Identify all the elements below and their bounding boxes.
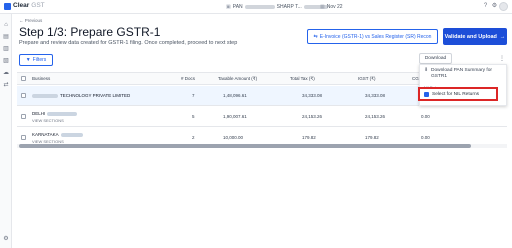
docs-count: 7: [192, 93, 195, 98]
einvoice-recon-button[interactable]: ⇆ E-Invoice (GSTR-1) vs Sales Register (…: [307, 29, 438, 44]
download-pan-summary-label: Download PAN Summary for GSTR1: [431, 68, 492, 79]
taxable-amount: 1,48,096.61: [223, 93, 247, 98]
docs-count: 5: [192, 114, 195, 119]
igst-amount: 179.82: [365, 135, 379, 140]
top-bar: Clear GST ▣ PAN SHARP T... ▦ Nov 22 ? ⚙: [0, 0, 512, 14]
filters-button-label: Filters: [32, 57, 47, 63]
brand-name: Clear: [13, 2, 30, 9]
col-igst[interactable]: IGST (₹): [358, 76, 376, 82]
user-avatar[interactable]: [499, 2, 508, 11]
filters-button[interactable]: ▼ Filters: [19, 54, 53, 66]
col-docs[interactable]: # Docs: [181, 76, 195, 81]
col-taxable-amount[interactable]: Taxable Amount (₹): [218, 76, 257, 82]
col-business[interactable]: Business: [32, 76, 50, 81]
download-icon: ⬇: [424, 68, 429, 73]
select-all-checkbox[interactable]: [21, 76, 26, 81]
business-name[interactable]: TECHNOLOGY PRIVATE LIMITED: [32, 93, 130, 98]
nav-home-icon[interactable]: ⌂: [2, 22, 10, 29]
state-name-text: KARNATAKA: [32, 132, 59, 137]
igst-amount: 34,333.08: [365, 93, 386, 98]
redacted-text: [32, 93, 58, 98]
table-row[interactable]: DELHI VIEW SECTIONS 5 1,90,007.61 24,153…: [17, 107, 507, 127]
igst-amount: 24,153.26: [365, 114, 386, 119]
total-tax: 34,333.08: [302, 93, 323, 98]
state-name-text: DELHI: [32, 111, 46, 116]
calendar-icon: ▦: [320, 3, 325, 10]
recon-button-label: E-Invoice (GSTR-1) vs Sales Register (SR…: [319, 33, 432, 40]
business-name-text: TECHNOLOGY PRIVATE LIMITED: [60, 93, 131, 98]
pan-redacted: [244, 4, 275, 9]
docs-count: 2: [192, 135, 195, 140]
view-sections-link[interactable]: VIEW SECTIONS: [32, 118, 77, 123]
redacted-text: [47, 111, 78, 116]
download-pan-summary-item[interactable]: ⬇ Download PAN Summary for GSTR1: [424, 68, 503, 80]
state-name[interactable]: KARNATAKA: [32, 132, 83, 137]
cgst-amount: 0.00: [421, 114, 430, 119]
business-cell: KARNATAKA VIEW SECTIONS: [32, 132, 83, 144]
nav-settings-icon[interactable]: ⚙: [2, 236, 10, 243]
row-checkbox[interactable]: [21, 93, 26, 98]
app-brand[interactable]: Clear GST: [13, 2, 45, 9]
period-selector[interactable]: ▦ Nov 22: [316, 2, 347, 11]
redacted-text: [60, 132, 83, 137]
download-button-label: Download: [424, 56, 447, 61]
pan-label: PAN: [232, 3, 243, 10]
nav-cloud-icon[interactable]: ☁: [2, 70, 10, 77]
state-name[interactable]: DELHI: [32, 111, 78, 116]
highlight-annotation: [418, 87, 498, 101]
page-title: Step 1/3: Prepare GSTR-1: [19, 25, 161, 39]
pan-business-name: SHARP T...: [276, 3, 302, 10]
period-value: Nov 22: [326, 3, 343, 10]
col-total-tax[interactable]: Total Tax (₹): [290, 76, 315, 82]
download-button[interactable]: Download: [419, 53, 452, 64]
validate-button-label: Validate and Upload: [444, 33, 497, 40]
total-tax: 179.82: [302, 135, 316, 140]
back-link[interactable]: ← Previous: [19, 18, 42, 23]
help-icon[interactable]: ?: [482, 3, 489, 10]
more-options-icon[interactable]: ⋮: [498, 55, 506, 63]
nav-documents-icon[interactable]: ▤: [2, 34, 10, 41]
cgst-amount: 0.00: [421, 135, 430, 140]
taxable-amount: 1,90,007.61: [223, 114, 247, 119]
business-cell: DELHI VIEW SECTIONS: [32, 111, 78, 123]
row-checkbox[interactable]: [21, 135, 26, 140]
nav-reports-icon[interactable]: ▧: [2, 58, 10, 65]
taxable-amount: 10,000.00: [223, 135, 244, 140]
pan-icon: ▣: [226, 3, 231, 10]
scrollbar-thumb[interactable]: [19, 144, 471, 148]
filter-icon: ▼: [25, 57, 31, 63]
clear-logo-icon: [4, 3, 11, 10]
left-rail: ⌂ ▤ ▥ ▧ ☁ ⇄ ⚙: [0, 14, 12, 248]
settings-icon[interactable]: ⚙: [491, 3, 498, 10]
total-tax: 24,153.26: [302, 114, 323, 119]
row-checkbox[interactable]: [21, 114, 26, 119]
horizontal-scrollbar[interactable]: [17, 144, 507, 148]
nav-reconcile-icon[interactable]: ⇄: [2, 82, 10, 89]
validate-upload-button[interactable]: Validate and Upload →: [443, 28, 507, 45]
recon-icon: ⇆: [313, 33, 318, 40]
page-description: Prepare and review data created for GSTR…: [19, 40, 238, 46]
product-name: GST: [31, 2, 45, 9]
nav-returns-icon[interactable]: ▥: [2, 46, 10, 53]
arrow-right-icon: →: [499, 33, 506, 40]
